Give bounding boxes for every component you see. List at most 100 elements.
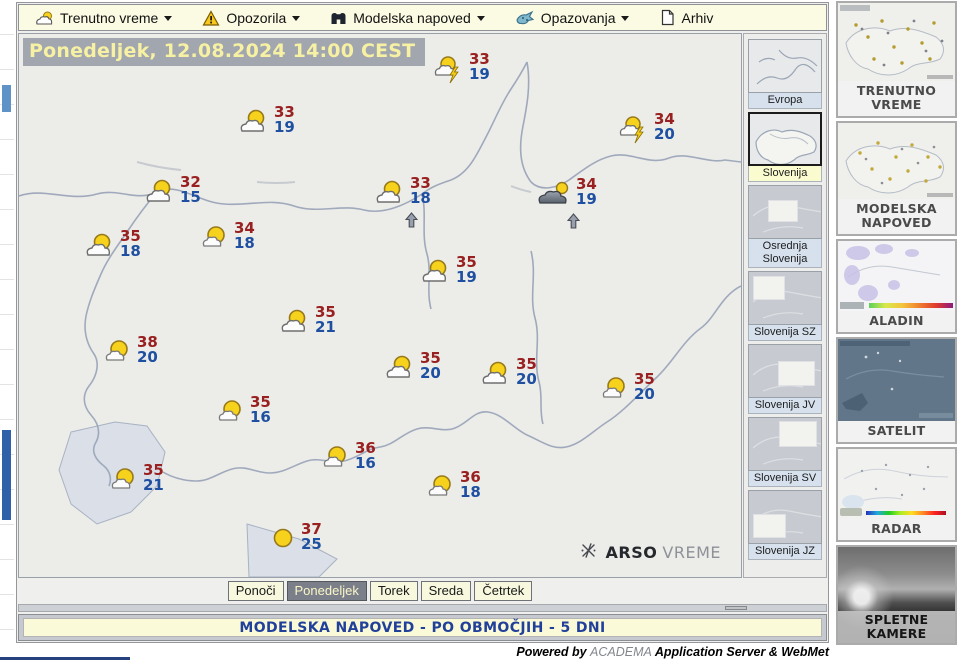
region-thumb-evropa[interactable]: Evropa — [748, 39, 822, 109]
preview-thumbnail — [838, 339, 955, 421]
region-thumb-slovenija-sz[interactable]: Slovenija SZ — [748, 271, 822, 341]
forecast-banner[interactable]: MODELSKA NAPOVED - PO OBMOČJIH - 5 DNI — [18, 614, 827, 641]
weather-station: 3521 — [280, 309, 336, 340]
cloud-sun-icon — [35, 10, 54, 26]
preview-column: TRENUTNO VREME MODELSKA NAPOVED ALADIN — [836, 1, 957, 648]
weather-station: 3215 — [145, 179, 201, 210]
temp-low: 20 — [516, 372, 537, 387]
preview-radar[interactable]: RADAR — [836, 447, 957, 542]
menu-arhiv[interactable]: Arhiv — [659, 9, 713, 26]
menu-trenutno-vreme[interactable]: Trenutno vreme — [35, 10, 172, 26]
sun-small-cloud-icon — [110, 467, 138, 498]
sun-cloud-icon — [145, 179, 175, 210]
preview-spletne-kamere[interactable]: SPLETNE KAMERE — [836, 545, 957, 645]
temp-low: 21 — [315, 320, 336, 335]
weather-station: 3820 — [104, 339, 158, 370]
weather-app-frame: Trenutno vreme Opozorila Modelska napove… — [16, 2, 829, 643]
sun-cloud-lightning-icon — [619, 116, 649, 149]
thumb-timestamp-tag — [840, 508, 862, 516]
temp-low: 19 — [576, 192, 597, 207]
document-icon — [659, 9, 675, 26]
sun-cloud-lightning-icon — [434, 56, 464, 89]
weather-app-screen: Trenutno vreme Opozorila Modelska napove… — [0, 0, 960, 662]
dropdown-caret-icon — [292, 16, 300, 21]
tab-sreda[interactable]: Sreda — [421, 581, 472, 601]
warning-icon — [202, 10, 220, 26]
preview-modelska-napoved[interactable]: MODELSKA NAPOVED — [836, 121, 957, 236]
panel-divider — [18, 604, 827, 612]
footer-brand: ACADEMA — [590, 645, 652, 659]
precipitation-legend — [869, 303, 953, 308]
temp-low: 20 — [634, 387, 655, 402]
region-map-thumbnail — [748, 112, 822, 166]
weather-station: 3725 — [270, 526, 322, 557]
preview-thumbnail — [838, 449, 955, 519]
arrow-up-icon — [567, 213, 580, 234]
preview-thumbnail — [838, 241, 955, 311]
arso-text: ARSO — [605, 543, 657, 562]
region-map-thumbnail — [748, 271, 822, 325]
highlight-region — [753, 514, 786, 538]
tab-torek[interactable]: Torek — [370, 581, 418, 601]
temp-low: 25 — [301, 537, 322, 552]
temp-low: 19 — [274, 120, 295, 135]
temp-low: 18 — [410, 191, 431, 206]
sun-cloud-icon — [481, 361, 511, 392]
temp-low: 19 — [456, 270, 477, 285]
weather-station: 3521 — [110, 467, 164, 498]
temp-low: 15 — [180, 190, 201, 205]
tab-ponedeljek[interactable]: Ponedeljek — [287, 581, 367, 601]
weather-station: 3616 — [322, 445, 376, 476]
weather-station: 3420 — [619, 116, 675, 149]
thumb-attribution — [927, 193, 953, 197]
preview-trenutno-vreme[interactable]: TRENUTNO VREME — [836, 1, 957, 118]
weather-station: 3516 — [217, 399, 271, 430]
thumb-attribution — [919, 413, 953, 418]
observations-icon — [515, 10, 535, 25]
region-thumb-slovenija-jv[interactable]: Slovenija JV — [748, 344, 822, 414]
top-menubar: Trenutno vreme Opozorila Modelska napove… — [18, 4, 827, 31]
sun-small-cloud-icon — [322, 445, 350, 476]
binoculars-icon — [330, 10, 347, 25]
divider-handle[interactable] — [725, 606, 747, 610]
edge-blue-marker — [2, 85, 11, 112]
dropdown-caret-icon — [477, 16, 485, 21]
sun-small-cloud-icon — [601, 376, 629, 407]
arrow-up-icon — [405, 212, 418, 233]
sun-small-cloud-icon — [427, 474, 455, 505]
radar-echo — [842, 495, 864, 509]
temp-low: 20 — [137, 350, 158, 365]
weather-station: 3418 — [201, 225, 255, 256]
dropdown-caret-icon — [621, 16, 629, 21]
region-thumb-osrednja-slovenija[interactable]: Osrednja Slovenija — [748, 185, 822, 268]
region-map-thumbnail — [748, 39, 822, 93]
menu-label: Opazovanja — [541, 10, 616, 26]
region-thumb-slovenija[interactable]: Slovenija — [748, 112, 822, 182]
temp-low: 18 — [120, 244, 141, 259]
tab-cetrtek[interactable]: Četrtek — [474, 581, 532, 601]
snowflake-icon — [580, 542, 597, 563]
region-thumb-slovenija-sv[interactable]: Slovenija SV — [748, 417, 822, 487]
weather-station: 3518 — [85, 233, 141, 264]
temp-low: 21 — [143, 478, 164, 493]
sun-cloud-icon — [85, 233, 115, 264]
weather-station: 3419 — [537, 181, 597, 212]
region-thumb-slovenija-jz[interactable]: Slovenija JZ — [748, 490, 822, 560]
dark-cloud-sun-icon — [537, 181, 571, 212]
preview-aladin[interactable]: ALADIN — [836, 239, 957, 334]
weather-map[interactable]: Ponedeljek, 12.08.2024 14:00 CEST 331933… — [18, 33, 742, 578]
weather-station: 3520 — [601, 376, 655, 407]
radar-legend — [866, 511, 946, 515]
menu-opozorila[interactable]: Opozorila — [202, 10, 300, 26]
temp-low: 20 — [420, 366, 441, 381]
thumb-timestamp-tag — [840, 302, 864, 309]
menu-opazovanja[interactable]: Opazovanja — [515, 10, 630, 26]
weather-station: 3520 — [481, 361, 537, 392]
thumb-timestamp-tag — [840, 341, 910, 346]
sun-cloud-icon — [239, 109, 269, 140]
menu-modelska-napoved[interactable]: Modelska napoved — [330, 10, 485, 26]
thumb-timestamp-tag — [840, 5, 870, 11]
tab-ponoci[interactable]: Ponoči — [228, 581, 284, 601]
preview-satelit[interactable]: SATELIT — [836, 337, 957, 444]
weather-station: 3318 — [375, 180, 431, 211]
